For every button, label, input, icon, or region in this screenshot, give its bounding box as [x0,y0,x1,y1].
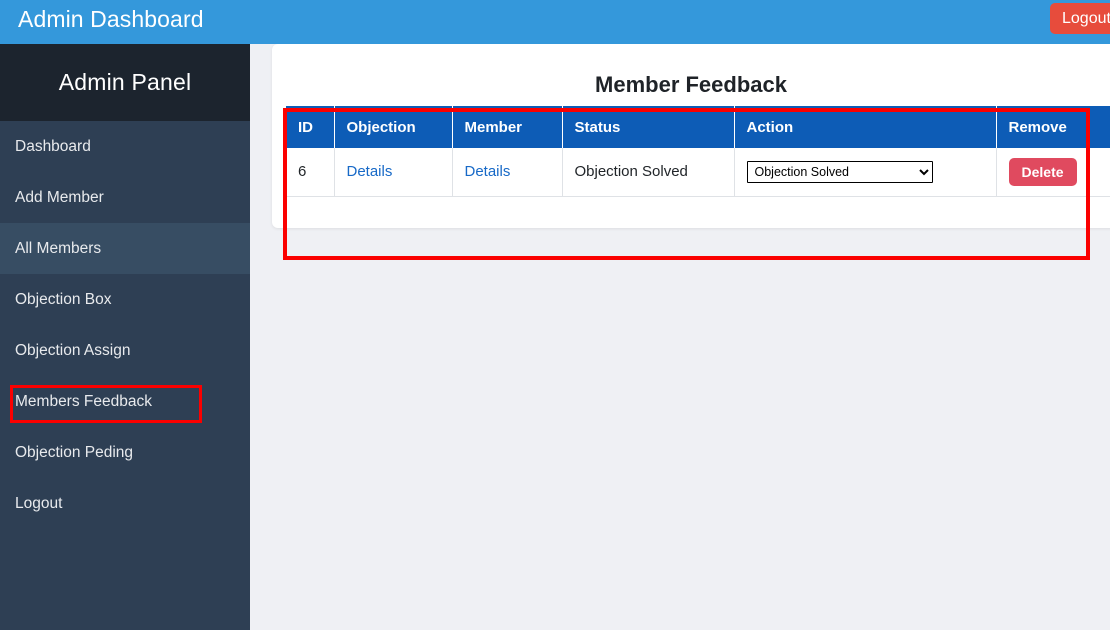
column-header-member: Member [452,106,563,148]
sidebar: Admin Panel Dashboard Add Member All Membe… [0,44,250,630]
column-header-remove: Remove [996,106,1110,148]
cell-objection: Details [334,148,453,197]
member-details-link[interactable]: Details [465,163,511,180]
cell-action: Objection Solved [734,148,997,197]
member-feedback-table: ID Objection Member Status Action Remove… [286,106,1110,197]
table-body: 6 Details Details Objection Solved Objec… [286,148,1110,197]
sidebar-item-objection-pending[interactable]: Objection Peding [0,427,250,478]
sidebar-item-dashboard[interactable]: Dashboard [0,121,250,172]
cell-member: Details [452,148,563,197]
page-title: Member Feedback [595,72,787,97]
sidebar-item-label: Objection Peding [15,444,134,461]
sidebar-item-label: Logout [15,495,63,512]
column-header-action: Action [734,106,997,148]
sidebar-item-label: Add Member [15,189,104,206]
column-header-objection: Objection [334,106,453,148]
main-content: Member Feedback ID Objection Member Stat… [250,44,1110,630]
sidebar-item-logout[interactable]: Logout [0,478,250,529]
top-navbar: Admin Dashboard Logout [0,0,1110,44]
sidebar-item-objection-assign[interactable]: Objection Assign [0,325,250,376]
status-select[interactable]: Objection Solved [746,160,933,183]
table-row: 6 Details Details Objection Solved Objec… [286,148,1110,197]
sidebar-item-add-member[interactable]: Add Member [0,172,250,223]
sidebar-item-label: Members Feedback [15,393,152,410]
sidebar-item-label: Objection Assign [15,342,131,359]
sidebar-item-label: Dashboard [15,138,91,155]
cell-remove: Delete [996,148,1110,197]
sidebar-item-all-members[interactable]: All Members [0,223,250,274]
table-header-row: ID Objection Member Status Action Remove [286,106,1110,148]
navbar-brand: Admin Dashboard [18,6,204,32]
cell-status: Objection Solved [562,148,735,197]
sidebar-title: Admin Panel [0,44,250,121]
sidebar-item-label: All Members [15,240,102,257]
navbar-logout-button[interactable]: Logout [1050,3,1110,34]
cell-id: 6 [286,148,335,197]
feedback-card: Member Feedback ID Objection Member Stat… [272,44,1110,228]
sidebar-item-objection-box[interactable]: Objection Box [0,274,250,325]
sidebar-item-label: Objection Box [15,291,112,308]
objection-details-link[interactable]: Details [347,163,393,180]
table-head: ID Objection Member Status Action Remove [286,106,1110,148]
column-header-id: ID [286,106,335,148]
sidebar-item-members-feedback[interactable]: Members Feedback [0,376,250,427]
column-header-status: Status [562,106,735,148]
sidebar-nav: Dashboard Add Member All Members Objection … [0,121,250,529]
delete-button[interactable]: Delete [1008,157,1077,186]
